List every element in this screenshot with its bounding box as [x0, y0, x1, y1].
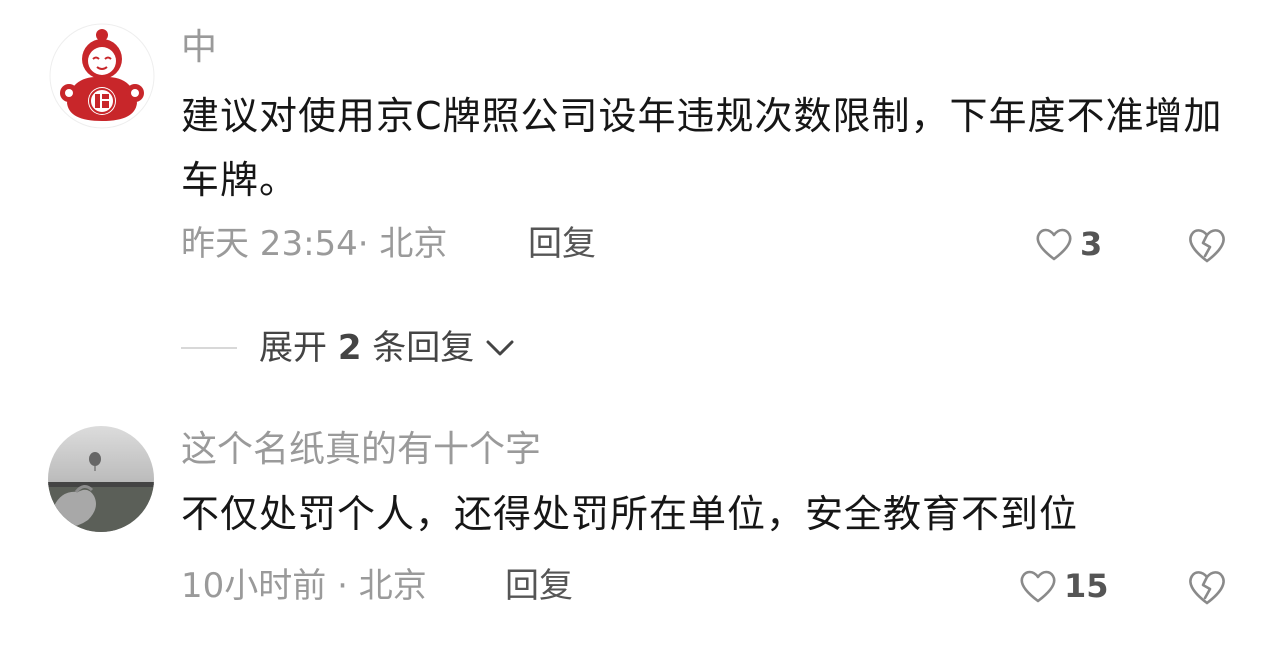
chevron-down-icon — [486, 340, 514, 356]
comment-text: 建议对使用京C牌照公司设年违规次数限制，下年度不准增加车牌。 — [181, 94, 1223, 202]
broken-heart-icon — [1189, 571, 1225, 605]
comment-item: 这个名纸真的有十个字 不仅处罚个人，还得处罚所在单位，安全教育不到位 10小时前… — [0, 400, 1280, 647]
timestamp: 10小时前 — [181, 566, 327, 606]
comment-meta: 昨天 23:54· 北京 — [181, 224, 447, 264]
like-button[interactable]: 3 — [1034, 224, 1102, 264]
meta-separator: · — [337, 566, 348, 606]
avatar[interactable] — [48, 426, 154, 532]
expand-replies-button[interactable]: 展开 2 条回复 — [181, 328, 518, 368]
expand-replies-label: 展开 2 条回复 — [259, 328, 474, 368]
reply-button[interactable]: 回复 — [528, 224, 596, 264]
expand-prefix: 展开 — [259, 328, 327, 368]
heart-icon — [1036, 228, 1072, 261]
timestamp: 昨天 23:54 — [181, 224, 358, 264]
divider-line — [181, 347, 237, 349]
heart-icon — [1020, 570, 1056, 603]
like-count: 3 — [1080, 225, 1103, 263]
like-button[interactable]: 15 — [1018, 566, 1109, 606]
reply-button[interactable]: 回复 — [505, 566, 573, 606]
expand-suffix: 条回复 — [372, 328, 475, 368]
comment-text: 不仅处罚个人，还得处罚所在单位，安全教育不到位 — [181, 492, 1079, 536]
username[interactable]: 中 — [181, 28, 217, 68]
thumb-photo-icon — [48, 426, 154, 532]
broken-heart-icon — [1189, 229, 1225, 263]
fortune-doll-icon — [49, 23, 155, 129]
comment-list: 中 建议对使用京C牌照公司设年违规次数限制，下年度不准增加车牌。 昨天 23:5… — [0, 0, 1280, 647]
avatar[interactable] — [49, 23, 155, 129]
location: 北京 — [379, 224, 448, 264]
reply-count: 2 — [337, 328, 362, 368]
comment-meta: 10小时前 · 北京 — [181, 566, 427, 606]
dislike-button[interactable] — [1186, 568, 1228, 610]
comment-item: 中 建议对使用京C牌照公司设年违规次数限制，下年度不准增加车牌。 昨天 23:5… — [0, 0, 1280, 300]
meta-separator: · — [357, 224, 369, 264]
username[interactable]: 这个名纸真的有十个字 — [181, 430, 541, 470]
dislike-button[interactable] — [1186, 226, 1228, 268]
like-count: 15 — [1064, 567, 1109, 605]
location: 北京 — [358, 566, 427, 606]
